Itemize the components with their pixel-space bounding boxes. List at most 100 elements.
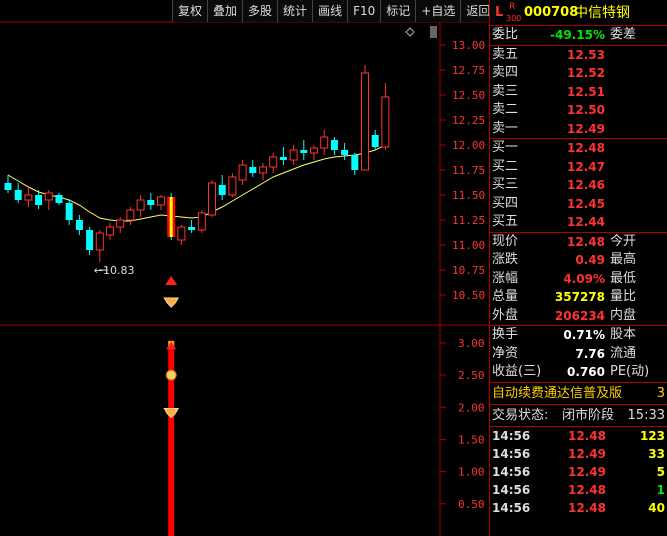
stat-label: 收益(三) [492,364,542,379]
candle [55,193,63,205]
bid-row: 买一 12.48 [490,139,667,158]
bid-price: 12.45 [567,196,605,211]
chart-toolbar: 复权 叠加 多股 统计 画线 F10 标记 +自选 返回 [172,0,496,22]
candle [65,200,73,225]
status-label: 交易状态: [492,407,549,423]
stat-row: 外盘 206234 内盘 [490,307,667,326]
stat-row: 总量 357278 量比 [490,288,667,307]
indicator-tick-label: 3.00 [458,337,485,350]
indicator-tick-label: 1.00 [458,466,485,479]
price-tick-label: 12.75 [452,64,485,77]
candle [126,207,135,225]
weibi-label: 委比 [492,27,519,42]
candle-body [238,164,247,181]
ad-text[interactable]: 自动续费通达信普及版 [492,383,622,405]
indicator-tick-label: 1.50 [458,433,485,446]
trade-row: 14:56 12.49 33 [490,445,667,463]
trade-volume: 33 [648,446,665,461]
trade-row: 14:56 12.48 1 [490,481,667,499]
candle-body [218,185,226,195]
toolbar-button-5[interactable]: F10 [347,0,381,22]
candle [24,187,33,207]
candle [289,145,298,165]
stats-block: 现价 12.48 今开 涨跌 0.49 最高 涨幅 4.09% 最低 总量 35… [490,231,667,326]
price-tick-label: 12.25 [452,114,485,127]
toolbar-button-1[interactable]: 叠加 [207,0,243,22]
trade-volume: 40 [648,500,665,515]
stat-value: 357278 [554,290,605,304]
candle [249,160,257,177]
kline-chart[interactable]: 13.00 12.75 12.50 12.25 12.00 11.75 11.50 11.25… [0,0,489,536]
toolbar-button-4[interactable]: 画线 [312,0,348,22]
ask-label: 卖一 [492,120,519,136]
stat-value: 0.760 [567,365,605,379]
stat-label: 现价 [492,233,519,249]
toolbar-button-2[interactable]: 多股 [242,0,278,22]
candle [330,137,338,155]
candle-body [65,203,73,220]
stat-value: 12.48 [567,234,605,249]
weicha-label: 委差 [610,27,637,42]
candle-body [116,219,125,228]
diamond-icon [163,297,180,308]
buy-arrow-icon [165,276,178,285]
candle [381,83,390,150]
ask-label: 卖四 [492,65,519,80]
bid-row: 买五 12.44 [490,213,667,232]
bid-row: 买三 12.46 [490,176,667,195]
candle [136,195,145,217]
coin-icon [165,369,177,381]
quote-panel: L R 300 000708 中信特钢 委比 -49.15% 委差 卖五 12.… [489,0,667,536]
stat-row: 涨跌 0.49 最高 [490,251,667,270]
ask-book: 卖五 12.53 卖四 12.52 卖三 12.51 卖二 12.50 卖一 1… [490,44,667,139]
candle [310,145,318,160]
trade-time: 14:56 [492,446,531,461]
stat-value: 206234 [554,308,605,323]
price-tick-label: 10.75 [452,264,485,277]
stat-row: 现价 12.48 今开 [490,233,667,252]
candle [341,143,349,160]
bid-price: 12.46 [567,178,605,192]
trade-volume: 1 [656,482,665,497]
trade-time: 14:56 [492,464,531,479]
candle-body [381,96,390,148]
candle [218,175,226,200]
bid-label: 买二 [492,158,519,174]
price-tick-label: 11.50 [452,189,485,202]
candle-body [4,183,12,190]
candle [106,223,114,240]
candle [279,147,287,165]
bid-row: 买四 12.45 [490,195,667,214]
bid-row: 买二 12.47 [490,158,667,177]
toolbar-button-3[interactable]: 统计 [277,0,313,22]
ask-row: 卖五 12.53 [490,46,667,65]
ask-row: 卖一 12.49 [490,120,667,139]
ask-label: 卖二 [492,102,519,117]
flag-l: L [495,5,504,20]
stats2-block: 换手 0.71% 股本 净资 7.76 流通 收益(三) 0.760 PE(动) [490,325,667,382]
stat-label2: 股本 [610,327,637,342]
stat-label: 总量 [492,289,519,304]
stat-label2: 内盘 [610,307,637,323]
candle-body [106,226,114,236]
candle-body [300,150,308,153]
candle [361,65,369,171]
toolbar-button-6[interactable]: 标记 [380,0,416,22]
toolbar-button-7[interactable]: +自选 [415,0,461,22]
status-row: 交易状态: 闭市阶段 15:33 [490,403,667,426]
kline-chart-area[interactable]: 13.00 12.75 12.50 12.25 12.00 11.75 11.50 11.25… [0,0,496,536]
scrollbar-handle [430,26,437,38]
stat-label2: 最低 [610,270,637,286]
candle-body [157,196,165,206]
candle [116,217,125,233]
trade-row: 14:56 12.48 123 [490,427,667,445]
candle-body [330,140,338,150]
status-time: 15:33 [627,407,665,423]
ad-row[interactable]: 自动续费通达信普及版 3 [490,381,667,405]
candle-body [55,195,63,203]
trade-time: 14:56 [492,500,531,515]
indicator-arrow-icon [166,341,177,350]
candle-body [371,135,379,147]
stat-value: 0.71% [563,328,605,342]
toolbar-button-0[interactable]: 复权 [172,0,208,22]
